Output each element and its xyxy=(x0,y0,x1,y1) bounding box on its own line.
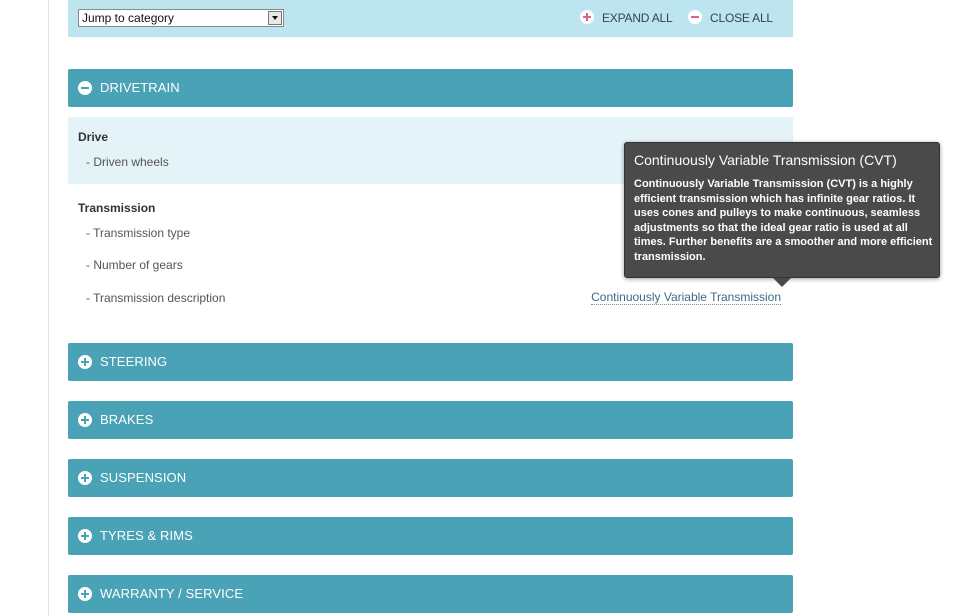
section-header-warranty-service[interactable]: WARRANTY / SERVICE xyxy=(68,575,793,613)
plus-circle-icon xyxy=(78,471,92,485)
close-all-label: CLOSE ALL xyxy=(710,11,773,25)
section-header-steering[interactable]: STEERING xyxy=(68,343,793,381)
spec-row-label: - Transmission description xyxy=(86,291,226,305)
dropdown-arrow-icon[interactable] xyxy=(268,11,282,25)
jump-to-category-select[interactable]: Jump to category xyxy=(78,9,284,27)
tooltip-title: Continuously Variable Transmission (CVT) xyxy=(634,152,897,168)
spec-group-title: Transmission xyxy=(78,201,156,215)
section-header-drivetrain[interactable]: DRIVETRAIN xyxy=(68,69,793,107)
plus-circle-icon xyxy=(78,413,92,427)
plus-circle-icon xyxy=(78,355,92,369)
category-toolbar: Jump to category EXPAND ALL CLOSE ALL xyxy=(68,0,793,37)
close-all-button[interactable]: CLOSE ALL xyxy=(688,10,788,26)
spec-group-title: Drive xyxy=(78,130,109,144)
section-title: DRIVETRAIN xyxy=(100,80,180,95)
spec-row-label: - Driven wheels xyxy=(86,155,169,169)
plus-circle-icon xyxy=(78,587,92,601)
tooltip-body: Continuously Variable Transmission (CVT)… xyxy=(634,178,933,263)
section-header-suspension[interactable]: SUSPENSION xyxy=(68,459,793,497)
section-title: STEERING xyxy=(100,354,168,369)
section-title: WARRANTY / SERVICE xyxy=(100,586,244,601)
jump-select-value: Jump to category xyxy=(82,11,175,25)
section-header-tyres-rims[interactable]: TYRES & RIMS xyxy=(68,517,793,555)
section-title: TYRES & RIMS xyxy=(100,528,193,543)
plus-circle-icon xyxy=(78,529,92,543)
tooltip-pointer xyxy=(773,278,791,287)
plus-circle-icon xyxy=(580,10,594,24)
spec-row-label: - Transmission type xyxy=(86,226,191,240)
cvt-tooltip: Continuously Variable Transmission (CVT)… xyxy=(624,142,940,287)
transmission-description-link[interactable]: Continuously Variable Transmission xyxy=(591,291,781,305)
minus-circle-icon xyxy=(78,81,92,95)
expand-all-label: EXPAND ALL xyxy=(602,11,673,25)
expand-all-button[interactable]: EXPAND ALL xyxy=(580,10,680,26)
section-header-brakes[interactable]: BRAKES xyxy=(68,401,793,439)
page-left-border xyxy=(48,0,49,616)
section-title: SUSPENSION xyxy=(100,470,187,485)
spec-row-label: - Number of gears xyxy=(86,258,183,272)
section-title: BRAKES xyxy=(100,412,154,427)
minus-circle-icon xyxy=(688,10,702,24)
